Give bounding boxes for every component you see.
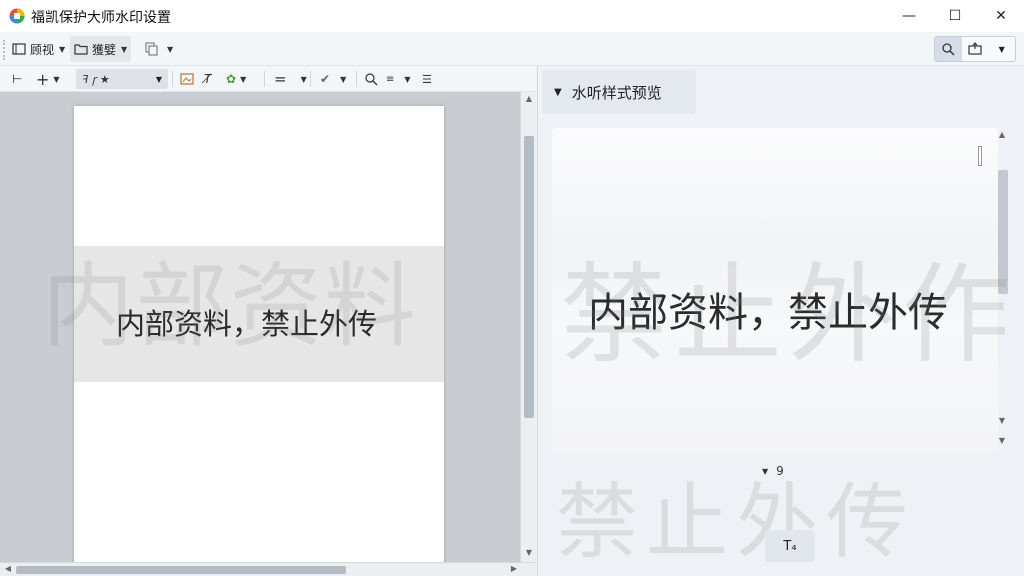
- document-horizontal-scrollbar[interactable]: ◀ ▶: [0, 562, 536, 576]
- font-style-selector[interactable]: ꟻ ꞅ ★ ▼: [76, 69, 168, 89]
- text-tool-button[interactable]: T₄: [765, 530, 815, 562]
- effects-button[interactable]: ✔ ▼: [320, 69, 346, 89]
- align-icon: =: [274, 70, 287, 88]
- line-spacing-button[interactable]: ≡ ▼: [386, 69, 411, 89]
- chevron-down-icon: ▼: [53, 74, 60, 84]
- view-menu-label: 顾视: [30, 42, 55, 57]
- view-icon: [12, 43, 26, 55]
- layout-menu-button[interactable]: ▼: [140, 36, 177, 62]
- list-icon: ☰: [422, 72, 432, 86]
- scrollbar-thumb[interactable]: [16, 566, 346, 574]
- close-button[interactable]: ✕: [978, 0, 1024, 32]
- scroll-down-arrow-icon[interactable]: ▼: [521, 548, 537, 557]
- scroll-down-arrow-icon[interactable]: ▼: [994, 436, 1010, 445]
- scroll-right-arrow-icon[interactable]: ▶: [506, 564, 522, 573]
- scroll-left-arrow-icon[interactable]: ◀: [0, 564, 16, 573]
- chevron-down-icon: ▼: [762, 466, 769, 476]
- more-options-button[interactable]: ▼: [988, 37, 1015, 61]
- maximize-button[interactable]: ☐: [932, 0, 978, 32]
- minimize-button[interactable]: —: [886, 0, 932, 32]
- toolbar-divider: [310, 71, 311, 87]
- export-icon: [968, 42, 982, 55]
- list-button[interactable]: ☰: [422, 69, 432, 89]
- copy-icon: [145, 42, 158, 56]
- export-button[interactable]: [962, 37, 989, 61]
- add-button[interactable]: + ▼: [36, 69, 60, 89]
- chevron-down-icon: ▼: [300, 74, 307, 84]
- font-size-value: 9: [776, 464, 784, 478]
- text-tool-label: T₄: [783, 538, 797, 554]
- plus-icon: +: [36, 69, 50, 89]
- toolbar-divider: [356, 71, 357, 87]
- font-sample: ꟻ ꞅ ★: [82, 72, 110, 86]
- cursor-tool-button[interactable]: ⊢: [12, 69, 22, 89]
- right-tool-group: ▼: [934, 36, 1016, 62]
- text-format-icon: T̸: [204, 72, 212, 86]
- chevron-down-icon: ▼: [167, 44, 174, 54]
- zoom-icon: [365, 73, 378, 86]
- toolbar-divider: [264, 71, 265, 87]
- chevron-down-icon: ▼: [998, 44, 1005, 54]
- chevron-down-icon: ▼: [121, 44, 128, 54]
- background-watermark-left: 内部资料: [42, 253, 419, 360]
- font-size-selector[interactable]: ▼ 9: [756, 460, 896, 482]
- folder-icon: [74, 44, 88, 55]
- toolbar-grip[interactable]: [3, 40, 6, 60]
- chevron-down-icon: ▼: [404, 74, 411, 84]
- scroll-down-arrow-icon[interactable]: ▼: [994, 416, 1010, 425]
- format-toolbar: ⊢ + ▼ ꟻ ꞅ ★ ▼ T̸ ✿ ▼ = ▼ ✔ ▼ ≡ ▼ ☰: [0, 66, 536, 92]
- color-button[interactable]: ✿ ▼: [226, 69, 246, 89]
- insert-image-button[interactable]: [180, 69, 194, 89]
- scroll-up-arrow-icon[interactable]: ▲: [521, 94, 537, 103]
- collapse-triangle-icon: ▼: [554, 86, 562, 98]
- chevron-down-icon: ▼: [155, 74, 162, 84]
- zoom-button[interactable]: [364, 69, 378, 89]
- background-watermark-right: 禁止外作: [560, 253, 1017, 378]
- search-zoom-button[interactable]: [935, 37, 962, 61]
- search-icon: [942, 43, 955, 56]
- align-button[interactable]: = ▼: [274, 69, 307, 89]
- window-title: 福凯保护大师水印设置: [31, 10, 171, 26]
- preview-panel-header[interactable]: ▼ 水听样式预览: [542, 70, 696, 114]
- chevron-down-icon: ▼: [59, 44, 66, 54]
- line-spacing-icon: ≡: [386, 73, 395, 85]
- browse-menu-button[interactable]: 獲嬖 ▼: [70, 36, 132, 62]
- preview-panel-title: 水听样式预览: [571, 83, 662, 102]
- document-vertical-scrollbar[interactable]: ▲ ▼: [520, 92, 536, 562]
- preview-cursor-marker: [978, 146, 982, 166]
- view-menu-button[interactable]: 顾视 ▼: [8, 36, 69, 62]
- toolbar-divider: [172, 71, 173, 87]
- chevron-down-icon: ▼: [340, 74, 347, 84]
- magic-wand-icon: ✔: [320, 72, 331, 86]
- browse-menu-label: 獲嬖: [92, 42, 117, 57]
- title-bar: 福凯保护大师水印设置 — ☐ ✕: [0, 0, 1024, 32]
- scrollbar-thumb[interactable]: [524, 136, 534, 418]
- main-toolbar: 顾视 ▼ 獲嬖 ▼ ▼ ▼: [0, 32, 1024, 66]
- scroll-up-arrow-icon[interactable]: ▲: [994, 130, 1010, 139]
- chevron-down-icon: ▼: [240, 74, 247, 84]
- cursor-icon: ⊢: [12, 72, 23, 86]
- color-palette-icon: ✿: [226, 72, 237, 86]
- app-logo-icon: [9, 8, 25, 24]
- text-format-button[interactable]: T̸: [204, 69, 211, 89]
- image-icon: [180, 73, 194, 85]
